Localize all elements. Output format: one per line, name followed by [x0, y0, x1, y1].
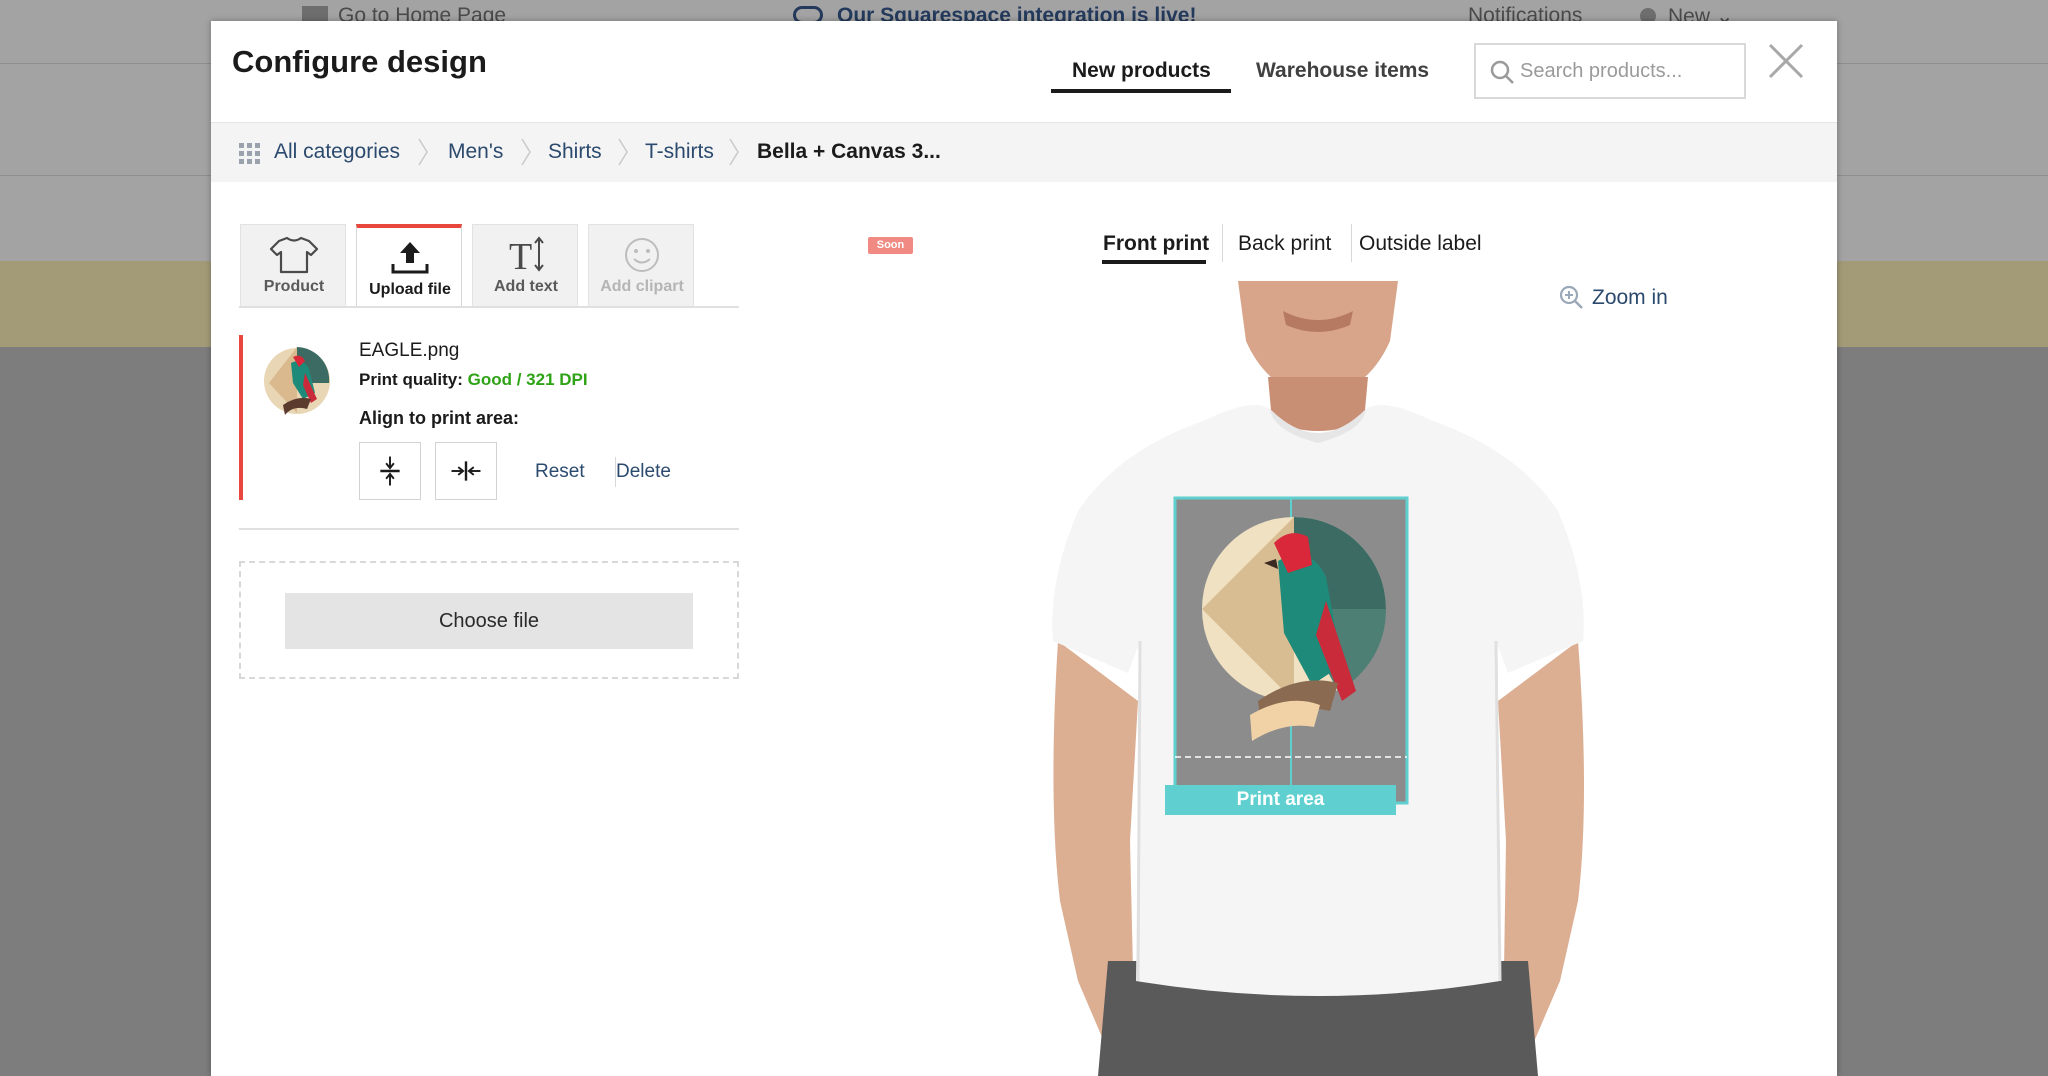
- breadcrumb-all-categories[interactable]: All categories: [274, 140, 400, 164]
- active-side-indicator: [1102, 260, 1206, 264]
- file-thumbnail[interactable]: [263, 343, 333, 423]
- tool-tab-label: Add clipart: [600, 278, 684, 295]
- reset-button[interactable]: Reset: [535, 461, 585, 483]
- smiley-icon: [625, 238, 659, 272]
- tab-outside-label[interactable]: Outside label: [1359, 232, 1482, 256]
- search-box[interactable]: [1474, 43, 1746, 99]
- tab-warehouse-items[interactable]: Warehouse items: [1256, 59, 1429, 93]
- tool-tab-product[interactable]: Product: [240, 224, 346, 307]
- print-quality-label: Print quality:: [359, 370, 463, 389]
- breadcrumb-tshirts[interactable]: T-shirts: [645, 140, 714, 164]
- zoom-in-label: Zoom in: [1592, 286, 1668, 309]
- divider: [239, 528, 739, 530]
- divider: [239, 306, 739, 308]
- align-vertical-center-icon: [380, 456, 400, 486]
- print-quality-value: Good / 321 DPI: [467, 370, 588, 389]
- tab-back-print[interactable]: Back print: [1238, 232, 1331, 256]
- file-drop-zone[interactable]: Choose file: [239, 561, 739, 679]
- grid-icon[interactable]: [239, 143, 261, 165]
- breadcrumb: All categories Men's Shirts T-shirts Bel…: [211, 122, 1837, 182]
- search-icon: [1490, 60, 1514, 84]
- delete-button[interactable]: Delete: [616, 461, 671, 483]
- close-icon[interactable]: [1766, 41, 1806, 81]
- divider: [1351, 224, 1352, 262]
- breadcrumb-current-product: Bella + Canvas 3...: [757, 140, 941, 163]
- uploaded-file-entry: EAGLE.png Print quality: Good / 321 DPI …: [239, 335, 739, 500]
- file-name: EAGLE.png: [359, 340, 460, 361]
- svg-text:T: T: [509, 236, 532, 275]
- chevron-right-icon: [618, 138, 628, 166]
- text-icon: T: [509, 236, 544, 275]
- print-quality: Print quality: Good / 321 DPI: [359, 370, 588, 390]
- tshirt-icon: [269, 236, 319, 274]
- align-horizontal-center-button[interactable]: [435, 442, 497, 500]
- chevron-right-icon: [418, 138, 428, 166]
- breadcrumb-shirts[interactable]: Shirts: [548, 140, 602, 164]
- tool-tab-label: Upload file: [369, 281, 451, 298]
- tab-new-products[interactable]: New products: [1072, 59, 1211, 93]
- active-tab-indicator: [1051, 89, 1231, 93]
- divider: [1222, 224, 1223, 262]
- align-horizontal-center-icon: [451, 461, 481, 481]
- chevron-right-icon: [729, 138, 739, 166]
- chevron-right-icon: [521, 138, 531, 166]
- tool-tab-label: Add text: [494, 278, 558, 295]
- align-vertical-center-button[interactable]: [359, 442, 421, 500]
- print-area-label: Print area: [1165, 785, 1396, 815]
- tab-front-print[interactable]: Front print: [1103, 232, 1209, 256]
- tool-tab-upload-file[interactable]: Upload file: [356, 224, 462, 307]
- configure-design-modal: Configure design New products Warehouse …: [211, 21, 1837, 1076]
- modal-title: Configure design: [232, 44, 487, 79]
- upload-icon: [391, 242, 429, 274]
- tool-tab-label: Product: [263, 278, 325, 295]
- soon-badge: Soon: [868, 237, 913, 254]
- tshirt-mockup: [1052, 281, 1584, 1076]
- search-input[interactable]: [1520, 51, 1740, 91]
- align-label: Align to print area:: [359, 408, 520, 428]
- tool-tab-add-text[interactable]: T Add text: [472, 224, 578, 307]
- choose-file-button[interactable]: Choose file: [285, 593, 693, 649]
- breadcrumb-mens[interactable]: Men's: [448, 140, 503, 164]
- tool-tab-add-clipart: Add clipart: [588, 224, 694, 307]
